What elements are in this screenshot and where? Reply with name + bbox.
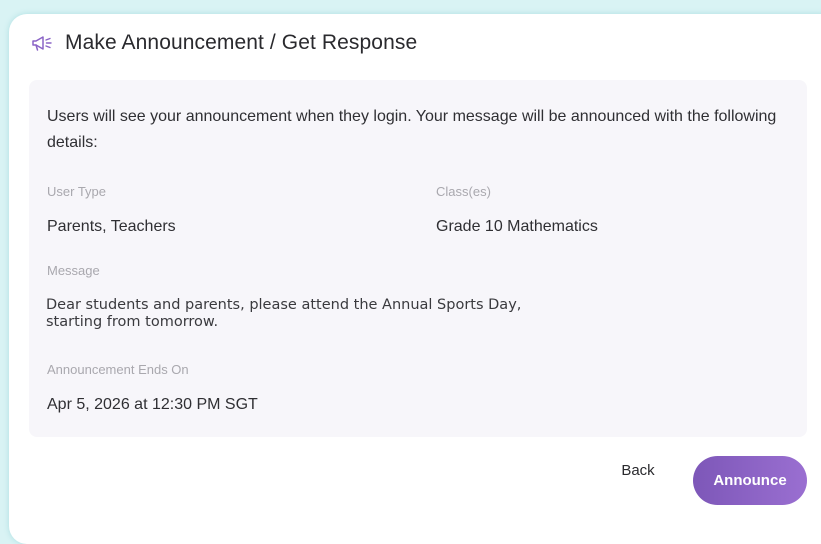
- user-type-value: Parents, Teachers: [47, 218, 176, 235]
- user-type-label: User Type: [47, 184, 107, 199]
- dialog-title: Make Announcement / Get Response: [65, 31, 418, 54]
- ends-on-value: Apr 5, 2026 at 12:30 PM SGT: [47, 396, 258, 413]
- message-line-1: Dear students and parents, please attend…: [46, 297, 522, 313]
- message-line-2: starting from tomorrow.: [46, 314, 219, 330]
- intro-text: Users will see your announcement when th…: [47, 108, 777, 151]
- dialog-header: Make Announcement / Get Response: [31, 28, 417, 58]
- announcement-details-panel: Users will see your announcement when th…: [29, 80, 807, 437]
- message-label: Message: [47, 263, 100, 278]
- classes-value: Grade 10 Mathematics: [436, 218, 598, 235]
- announce-button[interactable]: Announce: [693, 456, 807, 505]
- megaphone-icon: [31, 34, 53, 52]
- classes-label: Class(es): [436, 184, 491, 199]
- message-text: Dear students and parents, please attend…: [46, 297, 646, 331]
- back-button[interactable]: Back: [608, 454, 668, 486]
- ends-on-label: Announcement Ends On: [47, 362, 189, 377]
